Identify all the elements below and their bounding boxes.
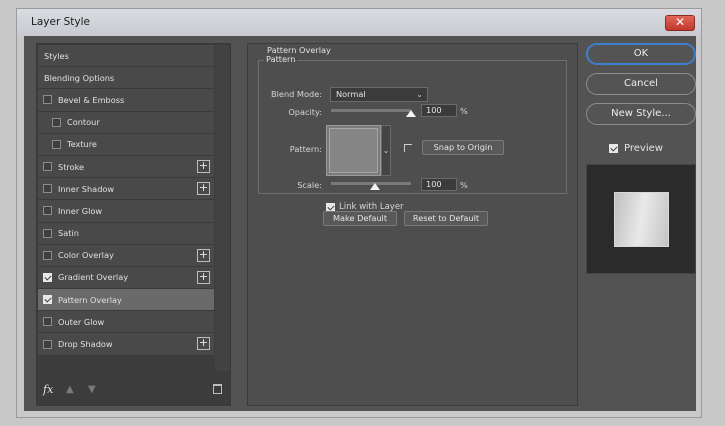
trash-icon[interactable] [213,384,222,394]
opacity-unit: % [460,106,468,116]
snap-to-origin-button[interactable]: Snap to Origin [422,140,504,155]
layer-style-dialog: Layer Style ✕ Styles Blending Options Beve… [16,8,702,418]
style-item-checkbox[interactable] [43,228,52,238]
styles-list: Styles Blending Options Bevel & Emboss Cont… [38,45,214,356]
style-item-label: Outer Glow [58,316,105,327]
style-item-label: Contour [67,117,100,128]
scale-input[interactable]: 100 [421,178,457,191]
new-style-button[interactable]: New Style... [586,103,696,125]
style-item-color-overlay[interactable]: Color Overlay + [38,244,214,267]
style-item-label: Satin [58,228,79,239]
style-item-blending-options[interactable]: Blending Options [38,67,214,90]
style-item-checkbox[interactable] [52,139,61,149]
style-item-gradient-overlay[interactable]: Gradient Overlay + [38,266,214,290]
style-item-checkbox[interactable] [43,272,52,282]
pattern-group [258,60,567,194]
scale-label: Scale: [297,180,322,190]
styles-panel: Styles Blending Options Bevel & Emboss Cont… [36,43,231,406]
style-preview [586,164,696,274]
opacity-slider[interactable] [331,109,411,112]
style-item-label: Pattern Overlay [58,294,122,305]
blend-mode-select[interactable]: Normal ⌄ [330,87,428,102]
style-item-checkbox[interactable] [43,162,52,172]
cancel-button[interactable]: Cancel [586,73,696,95]
preview-thumbnail [614,192,669,247]
scale-unit: % [460,180,468,190]
dialog-body: Styles Blending Options Bevel & Emboss Cont… [24,36,696,411]
blend-mode-label: Blend Mode: [271,89,322,99]
add-effect-plus-icon[interactable]: + [197,337,210,351]
styles-scrollbar[interactable] [215,45,230,371]
style-item-satin[interactable]: Satin [38,222,214,245]
style-item-styles[interactable]: Styles [38,45,214,68]
blend-mode-value: Normal [336,89,366,99]
style-item-label: Styles [44,50,69,61]
style-item-label: Color Overlay [58,250,114,261]
opacity-input[interactable]: 100 [421,104,457,117]
style-item-checkbox[interactable] [43,295,52,305]
pattern-label: Pattern: [289,144,322,154]
style-item-contour[interactable]: Contour [38,111,214,134]
styles-footer: fx ▲ ▼ [37,375,230,405]
add-effect-plus-icon[interactable]: + [197,270,210,284]
new-preset-icon[interactable] [404,144,412,152]
style-item-pattern-overlay[interactable]: Pattern Overlay [38,289,214,312]
pattern-thumbnail [329,128,378,173]
style-item-label: Gradient Overlay [58,272,129,283]
group-title: Pattern [264,54,298,64]
add-effect-plus-icon[interactable]: + [197,159,210,173]
style-item-inner-glow[interactable]: Inner Glow [38,200,214,223]
preview-checkbox[interactable] [609,144,618,153]
style-item-label: Inner Glow [58,205,103,216]
add-effect-plus-icon[interactable]: + [197,248,210,262]
style-item-label: Drop Shadow [58,339,113,350]
opacity-slider-thumb[interactable] [406,110,416,117]
pattern-swatch[interactable] [326,125,381,176]
style-item-label: Blending Options [44,72,115,83]
pattern-picker-dropdown[interactable]: ⌄ [381,125,391,176]
ok-button[interactable]: OK [586,43,696,65]
title-bar[interactable]: Layer Style ✕ [17,9,701,35]
preview-label: Preview [624,143,663,154]
style-item-drop-shadow[interactable]: Drop Shadow + [38,333,214,356]
style-item-checkbox[interactable] [43,206,52,216]
dialog-title: Layer Style [31,16,90,28]
style-item-label: Stroke [58,161,85,172]
reset-to-default-button[interactable]: Reset to Default [404,211,488,226]
style-item-texture[interactable]: Texture [38,133,214,156]
add-effect-plus-icon[interactable]: + [197,182,210,196]
scale-slider-thumb[interactable] [370,183,380,190]
style-item-checkbox[interactable] [43,250,52,260]
make-default-button[interactable]: Make Default [323,211,397,226]
style-item-outer-glow[interactable]: Outer Glow [38,311,214,334]
preview-toggle[interactable]: Preview [609,143,663,154]
fx-icon[interactable]: fx [43,383,53,396]
style-item-inner-shadow[interactable]: Inner Shadow + [38,178,214,201]
style-item-bevel-and-emboss[interactable]: Bevel & Emboss [38,89,214,112]
opacity-label: Opacity: [288,107,322,117]
style-item-label: Inner Shadow [58,183,115,194]
chevron-down-icon: ⌄ [416,90,423,99]
style-item-checkbox[interactable] [43,95,52,105]
style-item-checkbox[interactable] [52,117,61,127]
move-up-icon[interactable]: ▲ [66,384,74,395]
style-item-label: Texture [67,139,97,150]
close-button[interactable]: ✕ [665,15,695,31]
style-item-stroke[interactable]: Stroke + [38,155,214,179]
move-down-icon[interactable]: ▼ [88,384,96,395]
style-item-checkbox[interactable] [43,184,52,194]
pattern-overlay-panel: Pattern Overlay Pattern Blend Mode: Norm… [247,43,578,406]
style-item-checkbox[interactable] [43,339,52,349]
style-item-label: Bevel & Emboss [58,94,125,105]
style-item-checkbox[interactable] [43,317,52,327]
